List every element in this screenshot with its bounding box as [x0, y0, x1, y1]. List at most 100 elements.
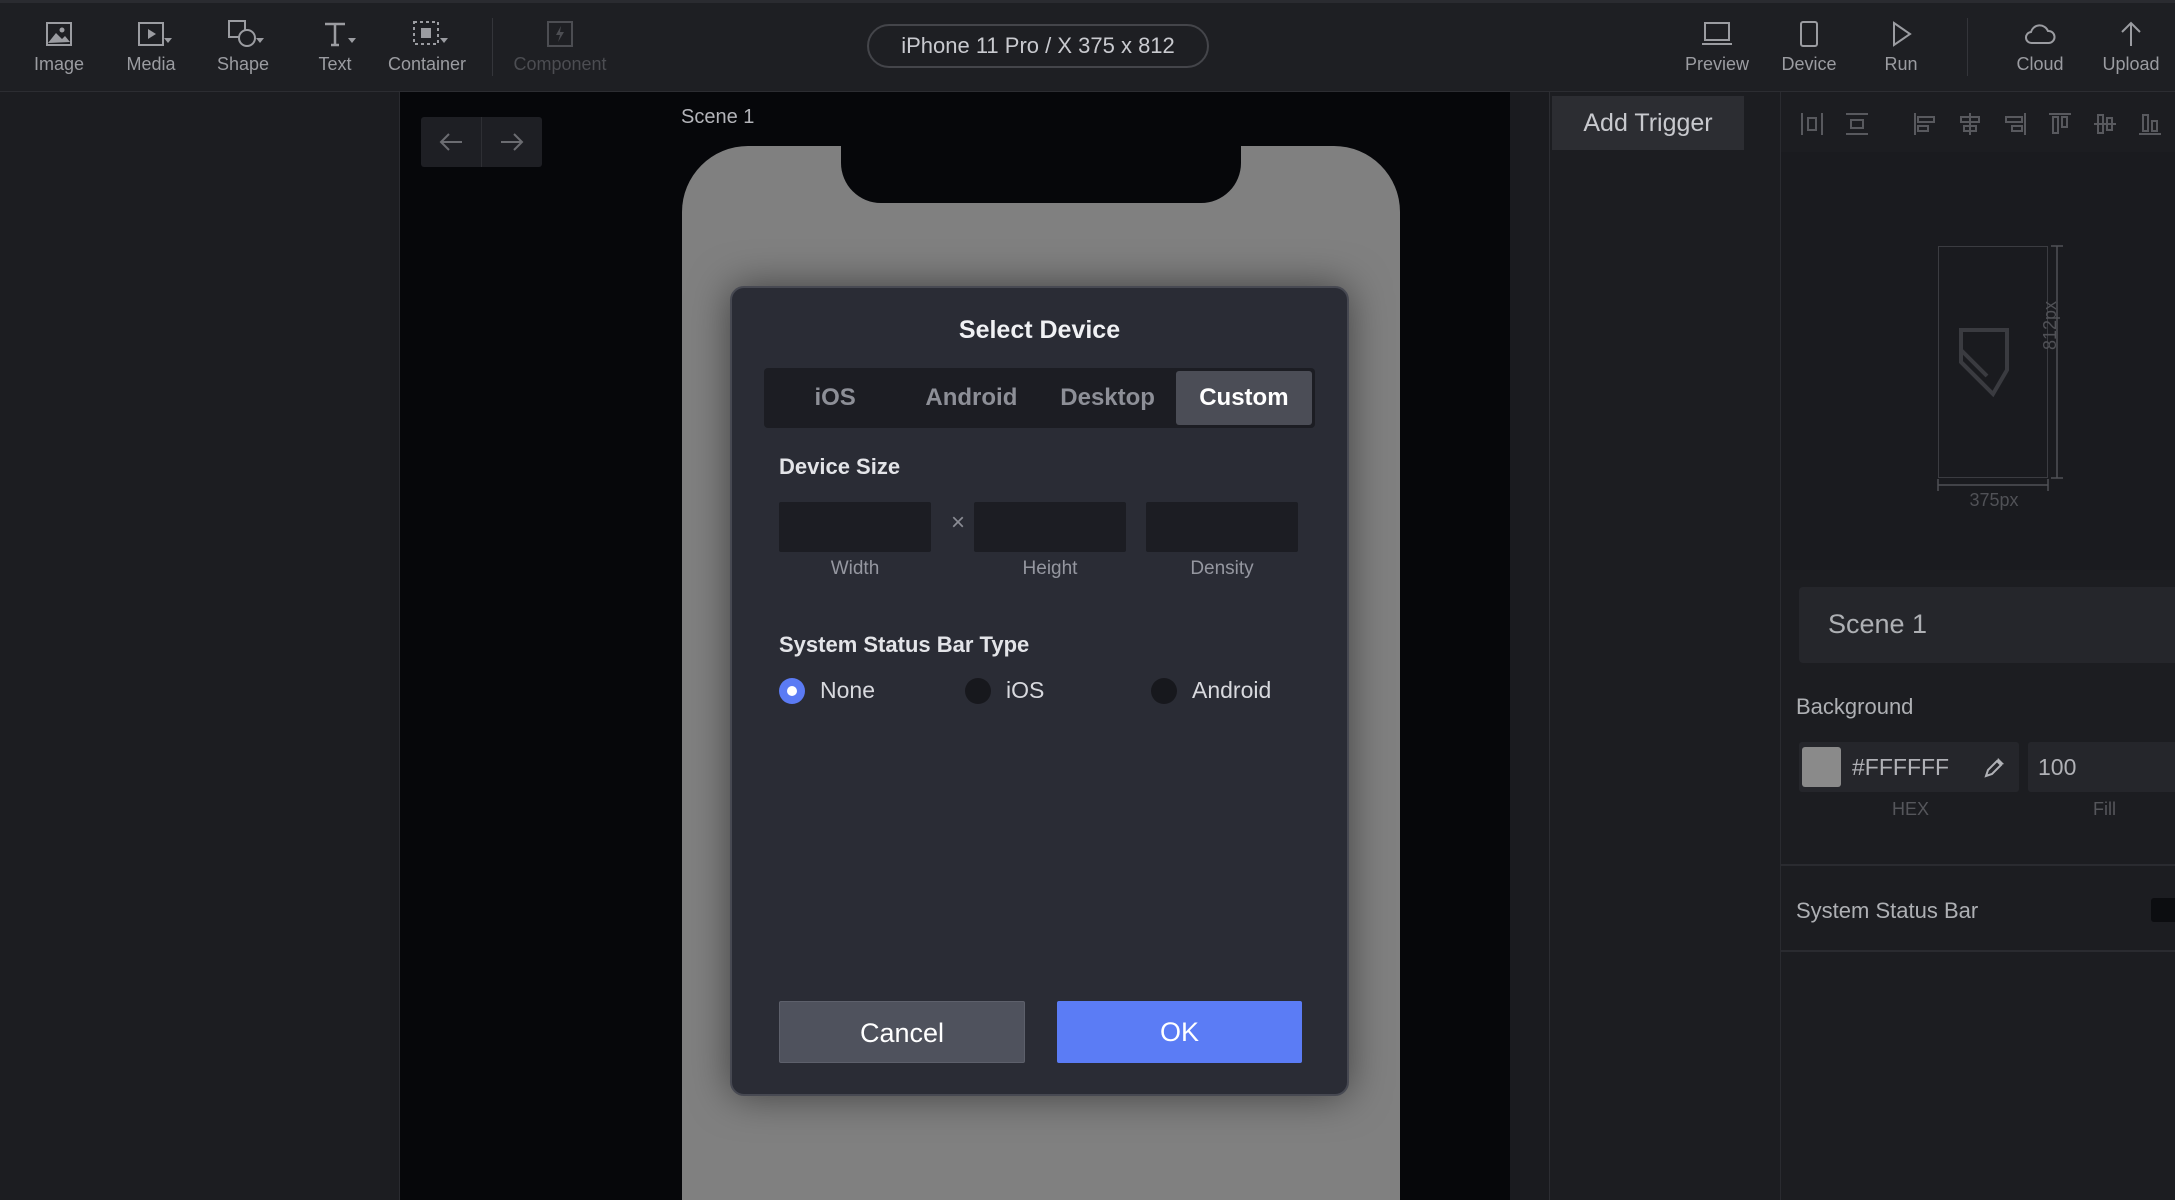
- image-icon: [14, 16, 104, 52]
- toolbar-item-label: Image: [33, 54, 85, 74]
- eyedropper-icon[interactable]: [1983, 755, 2007, 779]
- align-top-icon[interactable]: [2046, 110, 2074, 138]
- height-label: Height: [1022, 558, 1078, 579]
- container-icon: [382, 16, 472, 52]
- toolbar-item-label: Run: [1884, 54, 1918, 74]
- status-bar-label: System Status Bar: [1796, 898, 1979, 923]
- align-left-icon[interactable]: [1911, 110, 1939, 138]
- align-middle-icon[interactable]: [2091, 110, 2119, 138]
- toolbar-item-label: Cloud: [2016, 54, 2064, 74]
- times-symbol: ×: [951, 509, 966, 536]
- toolbar-divider: [492, 18, 493, 76]
- chevron-down-icon: [440, 38, 448, 43]
- dialog-title: Select Device: [958, 316, 1121, 344]
- fill-label: Fill: [2093, 799, 2116, 819]
- toolbar-upload-button[interactable]: Upload: [2086, 16, 2175, 75]
- cancel-button[interactable]: Cancel: [779, 1001, 1025, 1063]
- radio-unselected-icon: [965, 677, 991, 704]
- toolbar-shape-button[interactable]: Shape: [198, 16, 288, 75]
- ok-button[interactable]: OK: [1057, 1001, 1302, 1063]
- status-radio-ios[interactable]: iOS: [965, 677, 1044, 704]
- toolbar-image-button[interactable]: Image: [14, 16, 104, 75]
- section-divider: [1781, 950, 2175, 952]
- toolbar-item-label: Container: [387, 54, 467, 74]
- upload-arrow-icon: [2086, 16, 2175, 52]
- tab-custom[interactable]: Custom: [1175, 371, 1312, 425]
- width-input[interactable]: [779, 502, 931, 552]
- chevron-down-icon: [164, 38, 172, 43]
- radio-unselected-icon: [1151, 677, 1177, 704]
- background-color-swatch[interactable]: [1802, 747, 1841, 787]
- scene-label: Scene 1: [681, 106, 755, 128]
- radio-label: iOS: [1006, 677, 1045, 703]
- shape-icon: [198, 16, 288, 52]
- hex-label: HEX: [1892, 799, 1930, 819]
- toolbar-media-button[interactable]: Media: [106, 16, 196, 75]
- device-tabs: iOS Android Desktop Custom: [764, 368, 1315, 428]
- device-size-title: Device Size: [779, 454, 901, 479]
- preview-laptop-icon: [1672, 16, 1762, 52]
- toolbar-item-label: Text: [318, 54, 352, 74]
- add-trigger-button[interactable]: Add Trigger: [1552, 96, 1744, 150]
- align-right-icon[interactable]: [2001, 110, 2029, 138]
- tab-desktop[interactable]: Desktop: [1040, 371, 1176, 425]
- toolbar-component-button[interactable]: Component: [513, 16, 607, 75]
- toolbar-item-label: Upload: [2102, 54, 2160, 74]
- run-play-icon: [1856, 16, 1946, 52]
- hex-value: #FFFFFF: [1852, 754, 1950, 780]
- history-nav: [421, 117, 542, 167]
- density-input[interactable]: [1146, 502, 1298, 552]
- preview-width-label: 375px: [1969, 490, 2019, 510]
- toolbar-text-button[interactable]: Text: [290, 16, 380, 75]
- preview-height-label: 812px: [2040, 300, 2060, 350]
- toolbar-cloud-button[interactable]: Cloud: [1995, 16, 2085, 75]
- align-bottom-icon[interactable]: [2136, 110, 2164, 138]
- radio-label: None: [820, 677, 875, 703]
- scene-name-field[interactable]: Scene 1: [1799, 587, 2175, 663]
- chevron-down-icon: [348, 38, 356, 43]
- layers-panel: [0, 92, 400, 1200]
- status-radio-android[interactable]: Android: [1151, 677, 1271, 704]
- tab-android[interactable]: Android: [903, 371, 1039, 425]
- trigger-panel: [1550, 92, 1781, 1200]
- toolbar-preview-button[interactable]: Preview: [1672, 16, 1762, 75]
- distribute-horizontal-icon[interactable]: [1798, 110, 1826, 138]
- radio-label: Android: [1192, 677, 1272, 703]
- toolbar-device-button[interactable]: Device: [1764, 16, 1854, 75]
- distribute-vertical-icon[interactable]: [1843, 110, 1871, 138]
- toolbar-run-button[interactable]: Run: [1856, 16, 1946, 75]
- align-toolbar: [1781, 96, 2175, 152]
- status-radio-none[interactable]: None: [779, 677, 875, 704]
- forward-button[interactable]: [481, 117, 542, 167]
- toolbar-item-label: Media: [126, 54, 176, 74]
- status-bar-toggle[interactable]: [2151, 898, 2175, 922]
- arrow-left-icon: [439, 133, 462, 151]
- back-button[interactable]: [421, 117, 481, 167]
- radio-selected-icon: [779, 677, 805, 704]
- toolbar-item-label: Device: [1781, 54, 1837, 74]
- fill-value: 100: [2038, 754, 2077, 780]
- toolbar-item-label: Shape: [216, 54, 270, 74]
- cloud-icon: [1995, 16, 2085, 52]
- background-label: Background: [1796, 694, 1914, 719]
- scene-name-value: Scene 1: [1828, 609, 1928, 639]
- media-play-icon: [106, 16, 196, 52]
- phone-notch: [841, 146, 1241, 203]
- device-phone-icon: [1764, 16, 1854, 52]
- toolbar-divider: [1967, 18, 1968, 76]
- arrow-right-icon: [501, 133, 524, 151]
- logo-icon: [1959, 328, 2009, 398]
- toolbar-container-button[interactable]: Container: [382, 16, 472, 75]
- canvas-scroll-strip: [1510, 92, 1550, 1200]
- height-dimension-line: [2051, 245, 2063, 479]
- chevron-down-icon: [256, 38, 264, 43]
- component-icon: [513, 16, 607, 52]
- width-label: Width: [830, 558, 880, 579]
- status-bar-type-title: System Status Bar Type: [779, 632, 1030, 657]
- text-icon: [290, 16, 380, 52]
- align-center-horizontal-icon[interactable]: [1956, 110, 1984, 138]
- tab-ios[interactable]: iOS: [767, 371, 903, 425]
- density-label: Density: [1190, 558, 1254, 579]
- device-selector[interactable]: iPhone 11 Pro / X 375 x 812: [867, 24, 1209, 68]
- height-input[interactable]: [974, 502, 1126, 552]
